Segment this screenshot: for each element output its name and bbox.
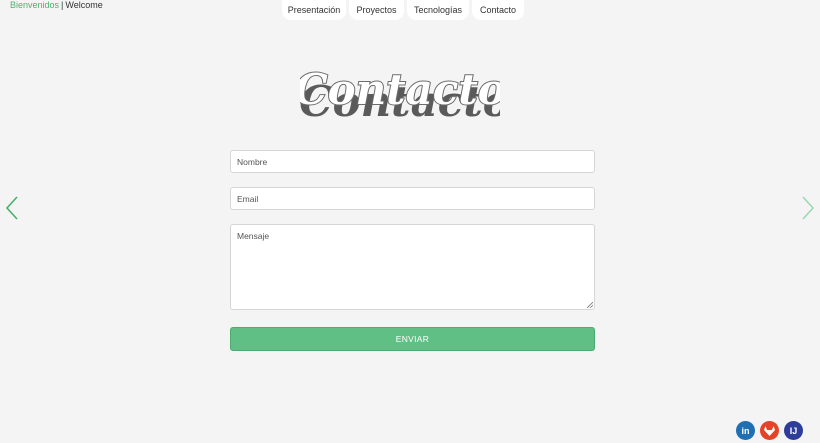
nav-presentacion[interactable]: Presentación xyxy=(282,0,346,20)
linkedin-icon[interactable]: in xyxy=(736,421,755,440)
email-field[interactable]: Email xyxy=(230,187,595,210)
linkedin-label: in xyxy=(741,425,750,436)
lang-english[interactable]: Welcome xyxy=(65,0,102,10)
language-switch: Bienvenidos | Welcome xyxy=(10,0,103,11)
social-links: in IJ xyxy=(736,421,803,440)
nav-contacto[interactable]: Contacto xyxy=(472,0,524,20)
name-placeholder: Nombre xyxy=(237,157,268,167)
lang-spanish[interactable]: Bienvenidos xyxy=(10,0,59,10)
submit-button[interactable]: ENVIAR xyxy=(230,327,595,351)
top-nav: Presentación Proyectos Tecnologías Conta… xyxy=(282,0,524,20)
gitlab-icon[interactable] xyxy=(760,421,779,440)
email-placeholder: Email xyxy=(237,194,259,204)
page-title: Contacto Contacto xyxy=(300,64,500,122)
lang-separator: | xyxy=(61,0,64,10)
chevron-right-icon[interactable] xyxy=(800,195,816,221)
nav-proyectos[interactable]: Proyectos xyxy=(349,0,404,20)
contact-page: Bienvenidos | Welcome Presentación Proyect… xyxy=(0,0,820,443)
message-placeholder: Mensaje xyxy=(237,231,270,241)
page-title-text: Contacto xyxy=(300,65,500,114)
message-field[interactable]: Mensaje xyxy=(230,224,595,310)
gitlab-shape-icon xyxy=(764,425,775,436)
resize-handle-icon[interactable] xyxy=(587,302,593,308)
chevron-left-icon[interactable] xyxy=(4,195,20,221)
intellij-label: IJ xyxy=(789,425,798,436)
intellij-icon[interactable]: IJ xyxy=(784,421,803,440)
nav-tecnologias[interactable]: Tecnologías xyxy=(407,0,469,20)
name-field[interactable]: Nombre xyxy=(230,150,595,173)
